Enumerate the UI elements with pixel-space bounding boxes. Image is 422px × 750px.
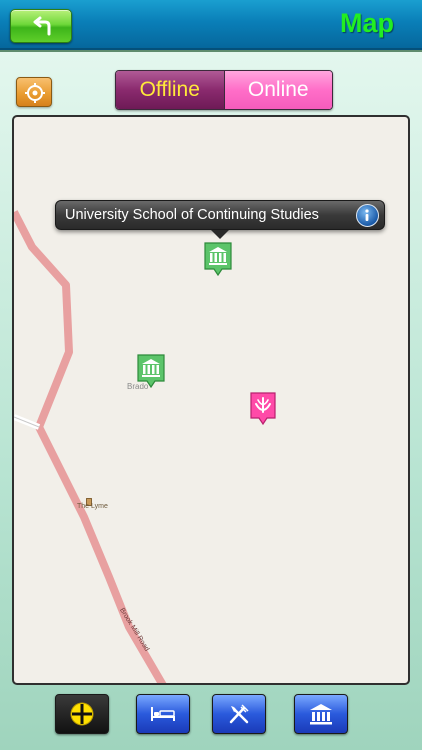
locate-all-icon xyxy=(70,702,94,726)
museums-button[interactable] xyxy=(294,694,348,734)
segment-offline[interactable]: Offline xyxy=(116,71,225,109)
bottom-toolbar xyxy=(0,690,422,750)
spa-icon xyxy=(250,392,276,426)
bed-icon xyxy=(151,707,175,721)
museum-marker-selected[interactable] xyxy=(203,241,233,282)
target-icon xyxy=(25,83,45,103)
page-title: Map xyxy=(340,8,394,38)
spa-marker[interactable] xyxy=(249,391,277,432)
map-view[interactable]: Brado The Lyme Brook Mill Road Universit… xyxy=(12,115,410,685)
museum-icon xyxy=(137,354,165,389)
back-arrow-icon xyxy=(33,16,51,36)
restaurants-button[interactable] xyxy=(212,694,266,734)
poi-callout[interactable]: University School of Continuing Studies xyxy=(55,200,385,239)
museum-icon xyxy=(204,242,232,277)
back-button[interactable] xyxy=(10,9,72,43)
fork-knife-icon xyxy=(229,704,249,724)
segment-online[interactable]: Online xyxy=(224,71,332,109)
callout-title: University School of Continuing Studies xyxy=(65,207,319,223)
locate-me-button[interactable] xyxy=(16,77,52,107)
callout-pointer xyxy=(211,230,229,239)
museum-marker[interactable] xyxy=(136,353,166,394)
hotels-button[interactable] xyxy=(136,694,190,734)
header-bar: Map xyxy=(0,0,422,50)
info-icon[interactable] xyxy=(356,204,379,227)
map-mode-segment: Offline Online xyxy=(115,70,333,110)
museum-icon xyxy=(310,704,332,725)
locate-all-button[interactable] xyxy=(55,694,109,734)
map-label-place: The Lyme xyxy=(77,503,108,510)
